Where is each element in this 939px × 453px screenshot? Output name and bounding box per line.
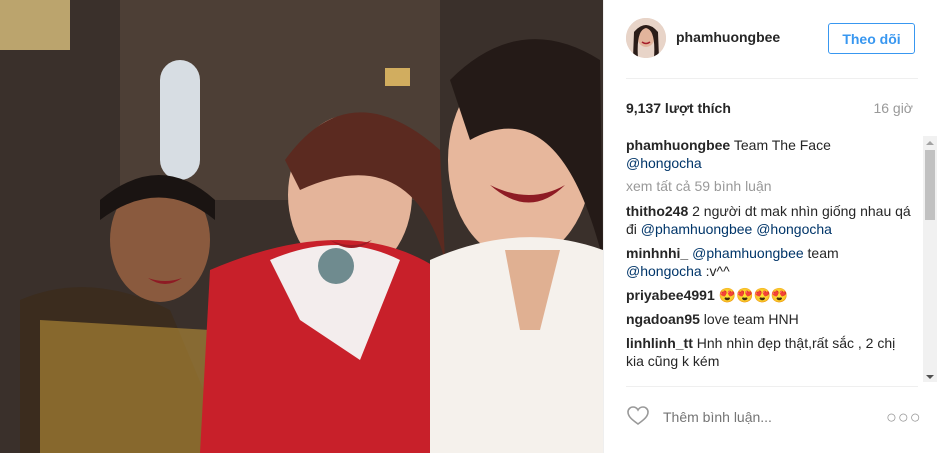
- caption-username[interactable]: phamhuongbee: [626, 137, 730, 153]
- more-options-icon[interactable]: ○○○: [886, 407, 922, 428]
- divider: [626, 386, 918, 387]
- likes-count[interactable]: 9,137 lượt thích: [626, 100, 731, 116]
- list-item: linhlinh_tt Hnh nhìn đẹp thật,rất sắc , …: [626, 334, 916, 370]
- comments-list: phamhuongbee Team The Face @hongocha xem…: [626, 136, 916, 382]
- heart-icon[interactable]: [626, 404, 650, 428]
- photo-illustration: [0, 0, 603, 453]
- avatar[interactable]: [626, 18, 666, 58]
- list-item: thitho248 2 người dt mak nhìn giống nhau…: [626, 202, 916, 238]
- scroll-up-arrow-icon[interactable]: [923, 136, 937, 148]
- follow-button[interactable]: Theo dõi: [828, 23, 915, 54]
- comment-text: team: [807, 245, 839, 261]
- post-header: phamhuongbee Theo dõi: [604, 0, 939, 78]
- list-item: ngadoan95 love team HNH: [626, 310, 916, 328]
- add-comment-input[interactable]: [661, 408, 865, 426]
- caption: phamhuongbee Team The Face @hongocha: [626, 136, 916, 172]
- list-item: priyabee4991 😍😍😍😍: [626, 286, 916, 304]
- post-time[interactable]: 16 giờ: [873, 100, 913, 116]
- caption-mention[interactable]: @hongocha: [626, 155, 702, 171]
- comment-mention[interactable]: @phamhuongbee @hongocha: [641, 221, 832, 237]
- divider: [626, 78, 918, 79]
- scroll-down-arrow-icon[interactable]: [923, 370, 937, 382]
- comment-mention[interactable]: @phamhuongbee: [692, 245, 804, 261]
- comment-text: :v^^: [705, 263, 730, 279]
- avatar-image: [626, 18, 666, 58]
- comments-scrollbar[interactable]: [923, 136, 937, 382]
- post-username[interactable]: phamhuongbee: [676, 29, 780, 45]
- view-all-comments-link[interactable]: xem tất cả 59 bình luận: [626, 178, 916, 194]
- post-side-panel: phamhuongbee Theo dõi 9,137 lượt thích 1…: [603, 0, 939, 453]
- comment-username[interactable]: minhnhi_: [626, 245, 688, 261]
- comment-username[interactable]: linhlinh_tt: [626, 335, 693, 351]
- comment-username[interactable]: thitho248: [626, 203, 688, 219]
- comment-text: love team HNH: [703, 311, 799, 327]
- post-photo[interactable]: [0, 0, 603, 453]
- caption-text: Team The Face: [733, 137, 831, 153]
- comment-username[interactable]: priyabee4991: [626, 287, 715, 303]
- scrollbar-thumb[interactable]: [925, 150, 935, 220]
- comment-text: 😍😍😍😍: [718, 287, 789, 303]
- comment-mention[interactable]: @hongocha: [626, 263, 702, 279]
- list-item: minhnhi_ @phamhuongbee team @hongocha :v…: [626, 244, 916, 280]
- comment-username[interactable]: ngadoan95: [626, 311, 700, 327]
